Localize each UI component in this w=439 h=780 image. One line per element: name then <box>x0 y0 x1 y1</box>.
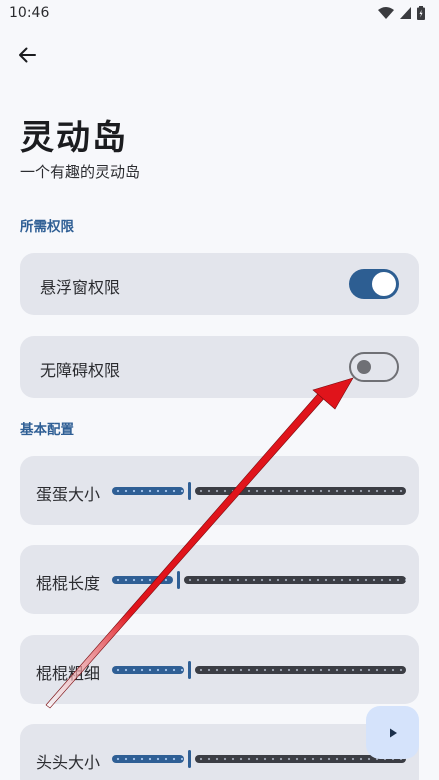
battery-icon <box>417 6 425 20</box>
slider-thumb[interactable] <box>177 571 180 589</box>
play-button[interactable] <box>366 706 419 759</box>
config-label: 棍棍粗细 <box>36 664 101 683</box>
config-label: 头头大小 <box>36 753 101 772</box>
permission-label: 悬浮窗权限 <box>40 278 121 297</box>
switch-knob <box>372 272 396 296</box>
thickness-slider[interactable] <box>112 660 406 680</box>
slider-active-track <box>112 755 184 763</box>
wifi-icon <box>378 7 394 19</box>
permission-label: 无障碍权限 <box>40 361 121 380</box>
config-card: 棍棍粗细 <box>20 635 419 704</box>
arrow-back-icon <box>19 47 36 63</box>
config-card: 蛋蛋大小 <box>20 456 419 525</box>
permission-card-accessibility[interactable]: 无障碍权限 <box>20 336 419 398</box>
slider-thumb[interactable] <box>188 750 191 768</box>
signal-icon <box>400 7 411 19</box>
head-size-slider[interactable] <box>112 749 406 769</box>
slider-active-track <box>112 576 173 584</box>
size-slider[interactable] <box>112 481 406 501</box>
permission-card-overlay[interactable]: 悬浮窗权限 <box>20 253 419 315</box>
section-header-config: 基本配置 <box>20 422 74 438</box>
status-icons <box>378 6 425 20</box>
config-label: 蛋蛋大小 <box>36 485 101 504</box>
status-bar: 10:46 <box>0 0 439 26</box>
accessibility-permission-switch[interactable] <box>349 352 399 382</box>
config-card: 棍棍长度 <box>20 545 419 614</box>
slider-inactive-track <box>184 576 406 584</box>
overlay-permission-switch[interactable] <box>349 269 399 299</box>
config-card: 头头大小 <box>20 724 419 780</box>
page-subtitle: 一个有趣的灵动岛 <box>20 163 141 181</box>
slider-thumb[interactable] <box>188 661 191 679</box>
slider-active-track <box>112 666 184 674</box>
slider-active-track <box>112 487 184 495</box>
play-icon <box>389 728 397 737</box>
config-label: 棍棍长度 <box>36 574 101 593</box>
back-button[interactable] <box>10 38 44 72</box>
length-slider[interactable] <box>112 570 406 590</box>
slider-inactive-track <box>195 487 406 495</box>
section-header-permissions: 所需权限 <box>20 219 74 235</box>
switch-knob <box>357 360 371 374</box>
status-time: 10:46 <box>9 5 50 21</box>
page-title: 灵动岛 <box>20 118 128 158</box>
slider-thumb[interactable] <box>188 482 191 500</box>
slider-inactive-track <box>195 666 406 674</box>
